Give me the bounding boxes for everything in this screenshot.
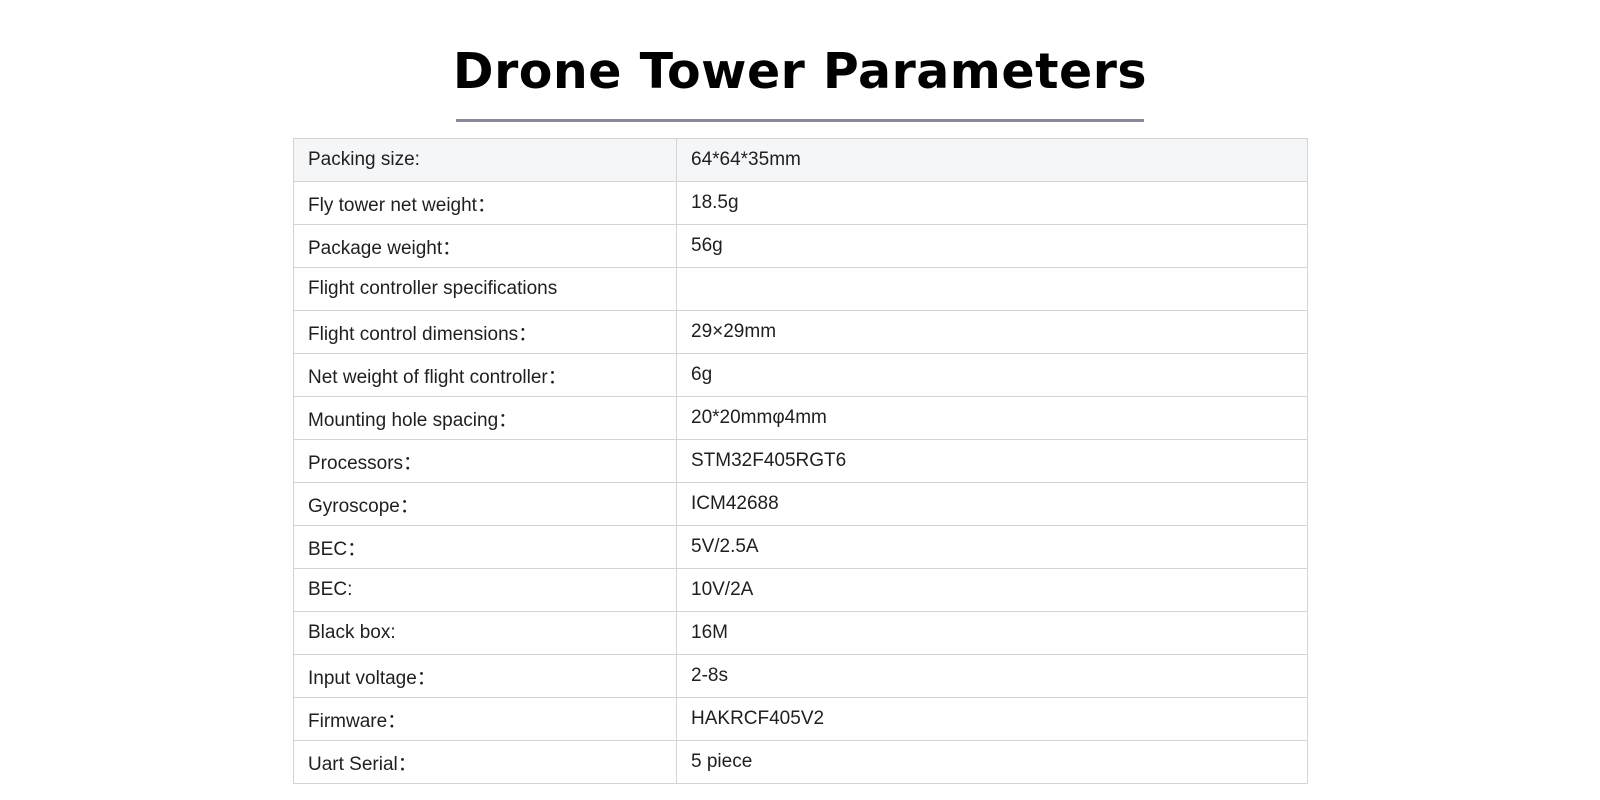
table-row: BEC: 10V/2A xyxy=(293,568,1308,612)
page: Drone Tower Parameters Packing size: 64*… xyxy=(0,0,1600,800)
row-label: Flight control dimensions： xyxy=(293,310,677,354)
row-label: Net weight of flight controller： xyxy=(293,353,677,397)
title-underline xyxy=(456,119,1144,122)
table-row: Black box: 16M xyxy=(293,611,1308,655)
table-row: Processors： STM32F405RGT6 xyxy=(293,439,1308,483)
parameters-table: Packing size: 64*64*35mm Fly tower net w… xyxy=(293,138,1308,784)
row-label: BEC： xyxy=(293,525,677,569)
row-value: 56g xyxy=(676,224,1308,268)
row-value: 16M xyxy=(676,611,1308,655)
table-row: Net weight of flight controller： 6g xyxy=(293,353,1308,397)
row-value: 5V/2.5A xyxy=(676,525,1308,569)
row-value: 2-8s xyxy=(676,654,1308,698)
row-label: Mounting hole spacing： xyxy=(293,396,677,440)
row-value: STM32F405RGT6 xyxy=(676,439,1308,483)
row-label: Input voltage： xyxy=(293,654,677,698)
table-row: Flight control dimensions： 29×29mm xyxy=(293,310,1308,354)
row-label: BEC: xyxy=(293,568,677,612)
table-row: Input voltage： 2-8s xyxy=(293,654,1308,698)
row-value: 6g xyxy=(676,353,1308,397)
table-row: Firmware： HAKRCF405V2 xyxy=(293,697,1308,741)
row-value: ICM42688 xyxy=(676,482,1308,526)
row-label: Firmware： xyxy=(293,697,677,741)
row-value: 29×29mm xyxy=(676,310,1308,354)
row-label: Packing size: xyxy=(293,138,677,182)
row-value: 5 piece xyxy=(676,740,1308,784)
row-value: HAKRCF405V2 xyxy=(676,697,1308,741)
row-label: Uart Serial： xyxy=(293,740,677,784)
row-value: 18.5g xyxy=(676,181,1308,225)
table-row: Gyroscope： ICM42688 xyxy=(293,482,1308,526)
row-label: Fly tower net weight： xyxy=(293,181,677,225)
row-value: 20*20mmφ4mm xyxy=(676,396,1308,440)
row-value: 10V/2A xyxy=(676,568,1308,612)
row-value xyxy=(676,267,1308,311)
row-label: Package weight： xyxy=(293,224,677,268)
table-row: Mounting hole spacing： 20*20mmφ4mm xyxy=(293,396,1308,440)
page-title: Drone Tower Parameters xyxy=(452,43,1148,100)
table-row: Flight controller specifications xyxy=(293,267,1308,311)
table-row: BEC： 5V/2.5A xyxy=(293,525,1308,569)
table-row: Packing size: 64*64*35mm xyxy=(293,138,1308,182)
table-row: Fly tower net weight： 18.5g xyxy=(293,181,1308,225)
row-label: Flight controller specifications xyxy=(293,267,677,311)
row-value: 64*64*35mm xyxy=(676,138,1308,182)
row-label: Processors： xyxy=(293,439,677,483)
table-row: Package weight： 56g xyxy=(293,224,1308,268)
table-row: Uart Serial： 5 piece xyxy=(293,740,1308,784)
row-label: Black box: xyxy=(293,611,677,655)
row-label: Gyroscope： xyxy=(293,482,677,526)
